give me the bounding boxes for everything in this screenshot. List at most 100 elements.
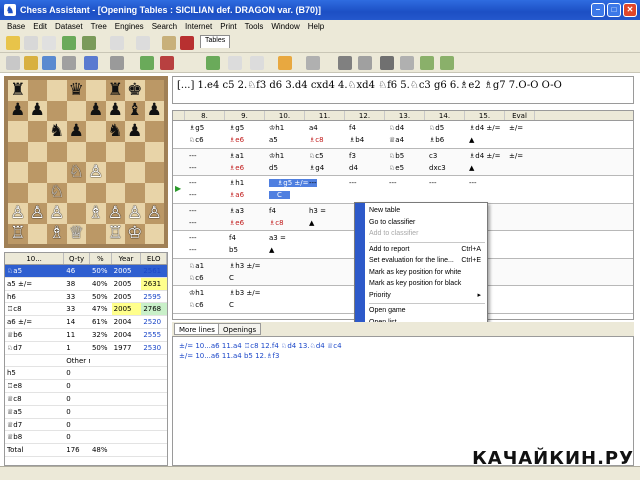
chess-board[interactable]: ♜ ♛ ♜ ♚ ♟ ♟ ♟ ♟ ♝ ♟ ♞ ♟ ♞ ♟ ♘ ♙ ♘ ♙ ♙ ♙ ♗ ♙ ♙ ♙ ♖ ♗ ♕ ♖ ♔ — [4, 76, 168, 248]
board-square[interactable] — [47, 80, 67, 101]
chess-piece-icon[interactable]: ♞ — [108, 122, 123, 140]
context-menu-item[interactable]: Open game — [369, 306, 485, 316]
board-square[interactable] — [8, 182, 28, 203]
opening-move-cell[interactable]: --- — [189, 234, 197, 242]
tree-icon[interactable] — [62, 36, 76, 50]
board-square[interactable] — [144, 80, 164, 101]
maximize-button[interactable]: □ — [607, 3, 621, 17]
tab-openings[interactable]: Openings — [218, 323, 262, 335]
tree-branch-icon[interactable] — [82, 36, 96, 50]
board-square[interactable] — [105, 182, 125, 203]
book-icon[interactable] — [162, 36, 176, 50]
board-square[interactable]: ♟ — [125, 121, 145, 142]
board-square[interactable] — [144, 121, 164, 142]
opening-move-cell[interactable]: ▲ — [269, 246, 274, 254]
menu-tools[interactable]: Tools — [241, 22, 268, 31]
opening-move-cell[interactable]: ♕a4 — [389, 136, 404, 144]
opening-move-cell[interactable]: --- — [189, 164, 197, 172]
board-square[interactable] — [125, 162, 145, 183]
database-icon[interactable] — [42, 36, 56, 50]
board-square[interactable]: ♗ — [86, 203, 106, 224]
menu-print[interactable]: Print — [216, 22, 240, 31]
board-square[interactable]: ♙ — [105, 203, 125, 224]
board-square[interactable]: ♔ — [125, 223, 145, 244]
menu-help[interactable]: Help — [304, 22, 328, 31]
opening-move-cell[interactable]: ♘e5 — [389, 164, 404, 172]
chess-piece-icon[interactable]: ♗ — [88, 204, 103, 222]
opening-move-cell[interactable]: ♗b4 — [349, 136, 364, 144]
stats-row[interactable]: ♕c8 0 — [5, 393, 167, 406]
opening-move-cell[interactable]: ♗e6 — [229, 136, 244, 144]
chess-piece-icon[interactable]: ♞ — [49, 122, 64, 140]
classifier-icon[interactable] — [278, 56, 292, 70]
opening-move-cell[interactable]: ♘d5 — [429, 124, 444, 132]
opening-move-cell[interactable]: ♗a6 — [229, 191, 244, 199]
board-square[interactable]: ♚ — [125, 80, 145, 101]
opening-col-header[interactable]: 12. — [345, 111, 385, 120]
board-square[interactable]: ♝ — [125, 100, 145, 121]
line-item[interactable]: ±/= 10...a6 11.a4 ♖c8 12.f4 ♘d4 13.♘d4 ♕… — [179, 341, 627, 351]
menu-edit[interactable]: Edit — [29, 22, 51, 31]
opening-move-cell[interactable]: ♗g5 — [229, 124, 244, 132]
grid-icon[interactable] — [338, 56, 352, 70]
board-icon[interactable] — [380, 56, 394, 70]
opening-move-cell[interactable]: ♗a1 — [229, 152, 244, 160]
opening-move-cell[interactable]: C — [269, 191, 290, 199]
board-square[interactable]: ♖ — [105, 223, 125, 244]
close-button[interactable]: ✕ — [623, 3, 637, 17]
stats-row[interactable]: a5 ±/= 38 40% 2005 2631 — [5, 277, 167, 291]
opening-move-cell[interactable]: f3 — [349, 152, 356, 160]
board-square[interactable] — [86, 223, 106, 244]
opening-move-cell[interactable]: d5 — [269, 164, 278, 172]
opening-move-cell[interactable]: ♘d4 — [389, 124, 404, 132]
opening-move-cell[interactable]: c3 — [429, 152, 437, 160]
board-square[interactable]: ♕ — [66, 223, 86, 244]
board-square[interactable]: ♘ — [47, 182, 67, 203]
board-square[interactable] — [66, 203, 86, 224]
annotate-icon[interactable] — [110, 56, 124, 70]
opening-move-cell[interactable]: --- — [389, 179, 397, 187]
board-square[interactable] — [27, 162, 47, 183]
board-square[interactable] — [27, 121, 47, 142]
board-square[interactable]: ♙ — [86, 162, 106, 183]
open-folder-icon[interactable] — [6, 36, 20, 50]
chess-piece-icon[interactable]: ♙ — [88, 163, 103, 181]
stop-icon[interactable] — [160, 56, 174, 70]
opening-move-cell[interactable]: ♘b5 — [389, 152, 404, 160]
insert-table-icon[interactable] — [206, 56, 220, 70]
board-square[interactable] — [86, 121, 106, 142]
opening-move-cell[interactable]: f4 — [349, 124, 356, 132]
opening-move-cell[interactable]: ♔h1 — [189, 289, 204, 297]
chess-piece-icon[interactable]: ♝ — [127, 102, 142, 119]
chess-piece-icon[interactable]: ♖ — [10, 225, 25, 242]
opening-col-header[interactable]: 14. — [425, 111, 465, 120]
stats-col-qty[interactable]: Q-ty — [64, 253, 90, 264]
board-square[interactable]: ♜ — [105, 80, 125, 101]
opening-move-cell[interactable]: ▲ — [469, 136, 474, 144]
new-base-icon[interactable] — [24, 36, 38, 50]
opening-move-cell[interactable]: ♔h1 — [269, 152, 284, 160]
opening-move-cell[interactable]: a3 = — [269, 234, 286, 242]
context-menu-item[interactable]: New table — [369, 206, 485, 216]
stats-row[interactable]: ♖c8 33 47% 2005 2768 — [5, 303, 167, 317]
board-square[interactable] — [8, 141, 28, 162]
opening-move-cell[interactable]: a5 — [269, 136, 278, 144]
opening-move-cell[interactable]: f4 — [269, 207, 276, 215]
opening-move-cell[interactable]: ♗d4 ±/= — [469, 152, 501, 160]
stats-row[interactable]: ♕d7 0 — [5, 419, 167, 432]
opening-move-cell[interactable]: ♗e6 — [229, 219, 244, 227]
key-icon[interactable] — [24, 56, 38, 70]
opening-move-cell[interactable]: ♗g4 — [309, 164, 324, 172]
opening-move-cell[interactable]: --- — [429, 179, 437, 187]
engine-icon[interactable] — [42, 56, 56, 70]
search-icon[interactable] — [62, 56, 76, 70]
opening-move-cell[interactable]: C — [229, 301, 234, 309]
opening-move-cell[interactable]: ♘c5 — [309, 152, 324, 160]
opening-move-cell[interactable]: ♘c6 — [189, 301, 204, 309]
chess-piece-icon[interactable]: ♟ — [127, 122, 142, 140]
opening-move-cell[interactable]: ±/= — [509, 152, 523, 160]
opening-move-cell[interactable]: --- — [189, 246, 197, 254]
chess-piece-icon[interactable]: ♟ — [69, 122, 84, 140]
board-square[interactable]: ♛ — [66, 80, 86, 101]
opening-col-header[interactable]: 9. — [225, 111, 265, 120]
